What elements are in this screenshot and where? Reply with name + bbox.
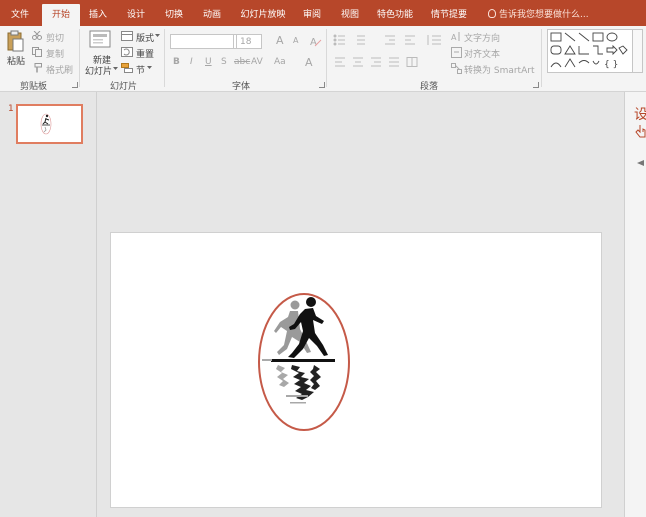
svg-text:A: A [451, 33, 457, 42]
paragraph-group-label: 段落 [420, 82, 439, 92]
clear-formatting-icon[interactable]: A [310, 35, 322, 47]
design-ideas-pane [624, 92, 646, 517]
font-size-value: 18 [240, 37, 252, 47]
tab-insert[interactable]: 插入 [84, 4, 112, 26]
tab-view[interactable]: 视图 [336, 4, 364, 26]
lightbulb-icon [488, 9, 496, 18]
list-indent-buttons[interactable] [333, 34, 425, 46]
design-pane-title: 设 [634, 107, 646, 123]
format-painter-button[interactable]: 格式刷 [46, 63, 73, 76]
slides-group-label: 幻灯片 [110, 82, 138, 92]
layout-icon [121, 31, 133, 41]
shadow-button[interactable]: S [221, 57, 227, 67]
group-separator [541, 29, 542, 87]
tab-featured[interactable]: 特色功能 [372, 4, 418, 26]
strikethrough-button[interactable]: abc [234, 57, 250, 67]
slide-number: 1 [8, 104, 14, 114]
character-spacing-button[interactable]: AV [251, 57, 263, 67]
alignment-buttons[interactable] [335, 57, 435, 67]
paste-label[interactable]: 粘贴 [7, 54, 25, 67]
group-separator [326, 29, 327, 87]
shapes-gallery[interactable]: { } [547, 29, 633, 73]
change-case-button[interactable]: Aa [274, 57, 286, 67]
slide-thumbnail-pane [0, 92, 97, 517]
tab-storyboard[interactable]: 情节提要 [426, 4, 472, 26]
smartart-button[interactable]: 转换为 SmartArt [464, 63, 534, 76]
format-painter-icon [34, 63, 42, 73]
bold-button[interactable]: B [173, 57, 180, 67]
align-text-button[interactable]: 对齐文本 [464, 47, 500, 60]
chevron-down-icon [147, 66, 152, 69]
copy-icon [32, 47, 42, 57]
tab-review[interactable]: 审阅 [298, 4, 326, 26]
shapes-gallery-icons[interactable]: { } [548, 30, 634, 74]
runner-image[interactable] [254, 289, 356, 435]
tell-me-box[interactable]: 告诉我您想要做什么... [488, 4, 589, 26]
tab-animations[interactable]: 动画 [198, 4, 226, 26]
font-group-label: 字体 [232, 82, 251, 92]
text-direction-icon: A [451, 32, 460, 42]
clipboard-launcher-icon[interactable] [72, 82, 78, 88]
underline-button[interactable]: U [205, 57, 212, 67]
tell-me-text: 告诉我您想要做什么... [499, 10, 589, 20]
ribbon-tab-bar: 文件 开始 插入 设计 切换 动画 幻灯片放映 审阅 视图 特色功能 情节提要 … [0, 0, 646, 26]
align-text-icon [451, 47, 462, 58]
copy-button[interactable]: 复制 [46, 47, 64, 60]
tab-file[interactable]: 文件 [6, 4, 34, 26]
shrink-font-button[interactable]: A [293, 36, 298, 45]
ribbon: 粘贴 剪切 复制 格式刷 剪贴板 新建 幻灯片 版式 重置 节 幻灯片 18 A [0, 26, 646, 92]
section-button[interactable]: 节 [136, 63, 145, 76]
smartart-icon [451, 63, 462, 74]
section-icon [121, 63, 133, 73]
pane-collapse-icon[interactable] [637, 160, 644, 166]
font-color-button[interactable]: A [305, 56, 313, 69]
font-size-input[interactable]: 18 [236, 34, 262, 49]
italic-button[interactable]: I [190, 57, 193, 67]
paragraph-launcher-icon[interactable] [533, 82, 539, 88]
reset-icon [121, 47, 133, 57]
thumbnail-runner-icon [40, 113, 52, 135]
chevron-down-icon [113, 67, 118, 70]
grow-font-button[interactable]: A [276, 34, 284, 47]
cut-button[interactable]: 剪切 [46, 31, 64, 44]
paste-icon[interactable] [6, 30, 24, 52]
new-slide-icon[interactable] [89, 29, 111, 49]
reset-button[interactable]: 重置 [136, 47, 154, 60]
tab-design[interactable]: 设计 [122, 4, 150, 26]
hand-pointer-icon [635, 125, 646, 138]
group-separator [164, 29, 165, 87]
group-separator [79, 29, 80, 87]
tab-slideshow[interactable]: 幻灯片放映 [236, 4, 290, 26]
slide-thumbnail[interactable] [16, 104, 83, 144]
tab-transitions[interactable]: 切换 [160, 4, 188, 26]
line-spacing-icon[interactable] [426, 34, 442, 46]
font-name-input[interactable] [170, 34, 234, 49]
clipboard-group-label: 剪贴板 [20, 82, 48, 92]
shapes-gallery-scroll[interactable] [633, 29, 643, 73]
tab-home[interactable]: 开始 [42, 4, 80, 26]
scissors-icon [32, 31, 42, 40]
font-launcher-icon[interactable] [319, 82, 325, 88]
chevron-down-icon [155, 34, 160, 37]
text-direction-button[interactable]: 文字方向 [464, 31, 500, 44]
new-slide-label-2[interactable]: 幻灯片 [85, 64, 112, 77]
svg-text:{ }: { } [604, 60, 618, 70]
layout-button[interactable]: 版式 [136, 31, 154, 44]
slide[interactable] [110, 232, 602, 508]
